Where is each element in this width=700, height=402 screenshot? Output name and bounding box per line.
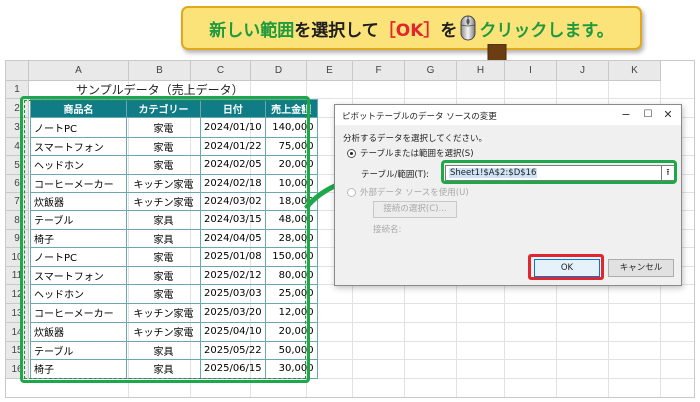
dialog-title: ピボットテーブルのデータ ソースの変更 [342,112,497,122]
column-header-d[interactable]: D [251,61,307,81]
selection-marquee [24,100,306,379]
column-header-k[interactable]: K [609,61,661,81]
range-input-highlight [441,160,677,184]
radio-unselected-icon[interactable] [347,187,356,197]
connection-name-label: 接続名: [373,225,402,235]
select-all-corner[interactable] [6,61,29,81]
column-header-b[interactable]: B [129,61,191,81]
instruction-banner: 新しい範囲 を選択して ［OK］ を クリックします。 [181,6,642,50]
banner-new-range: 新しい範囲 [209,20,295,41]
range-label: テーブル/範囲(T): [361,170,430,180]
banner-wo: を [440,20,458,41]
column-header-a[interactable]: A [29,61,129,81]
dialog-titlebar[interactable]: ピボットテーブルのデータ ソースの変更 − ☐ ✕ [335,105,681,125]
banner-click: クリックします。 [479,20,614,41]
change-data-source-dialog: ピボットテーブルのデータ ソースの変更 − ☐ ✕ 分析するデータを選択してくだ… [334,104,682,286]
option-range-label: テーブルまたは範囲を選択(S) [360,149,474,159]
dialog-prompt: 分析するデータを選択してください。 [343,134,487,144]
column-header-j[interactable]: J [557,61,609,81]
mouse-icon [460,15,476,41]
option-range-radio-row[interactable]: テーブルまたは範囲を選択(S) [347,147,474,159]
cancel-button[interactable]: キャンセル [608,259,674,277]
column-header-e[interactable]: E [307,61,353,81]
choose-connection-button[interactable]: 接続の選択(C)... [373,201,457,218]
column-header-g[interactable]: G [405,61,457,81]
option-external-radio-row[interactable]: 外部データ ソースを使用(U) [347,186,469,198]
maximize-icon[interactable]: ☐ [641,108,655,122]
minimize-icon[interactable]: − [619,108,633,122]
banner-select: を選択して [294,20,379,41]
close-icon[interactable]: ✕ [661,108,675,122]
column-header-f[interactable]: F [353,61,405,81]
column-header-i[interactable]: I [505,61,557,81]
option-external-label: 外部データ ソースを使用(U) [360,188,469,198]
column-header-c[interactable]: C [191,61,251,81]
radio-selected-icon[interactable] [347,148,356,158]
column-header-h[interactable]: H [457,61,505,81]
ok-button-highlight [528,254,604,280]
banner-ok: ［OK］ [378,20,441,41]
